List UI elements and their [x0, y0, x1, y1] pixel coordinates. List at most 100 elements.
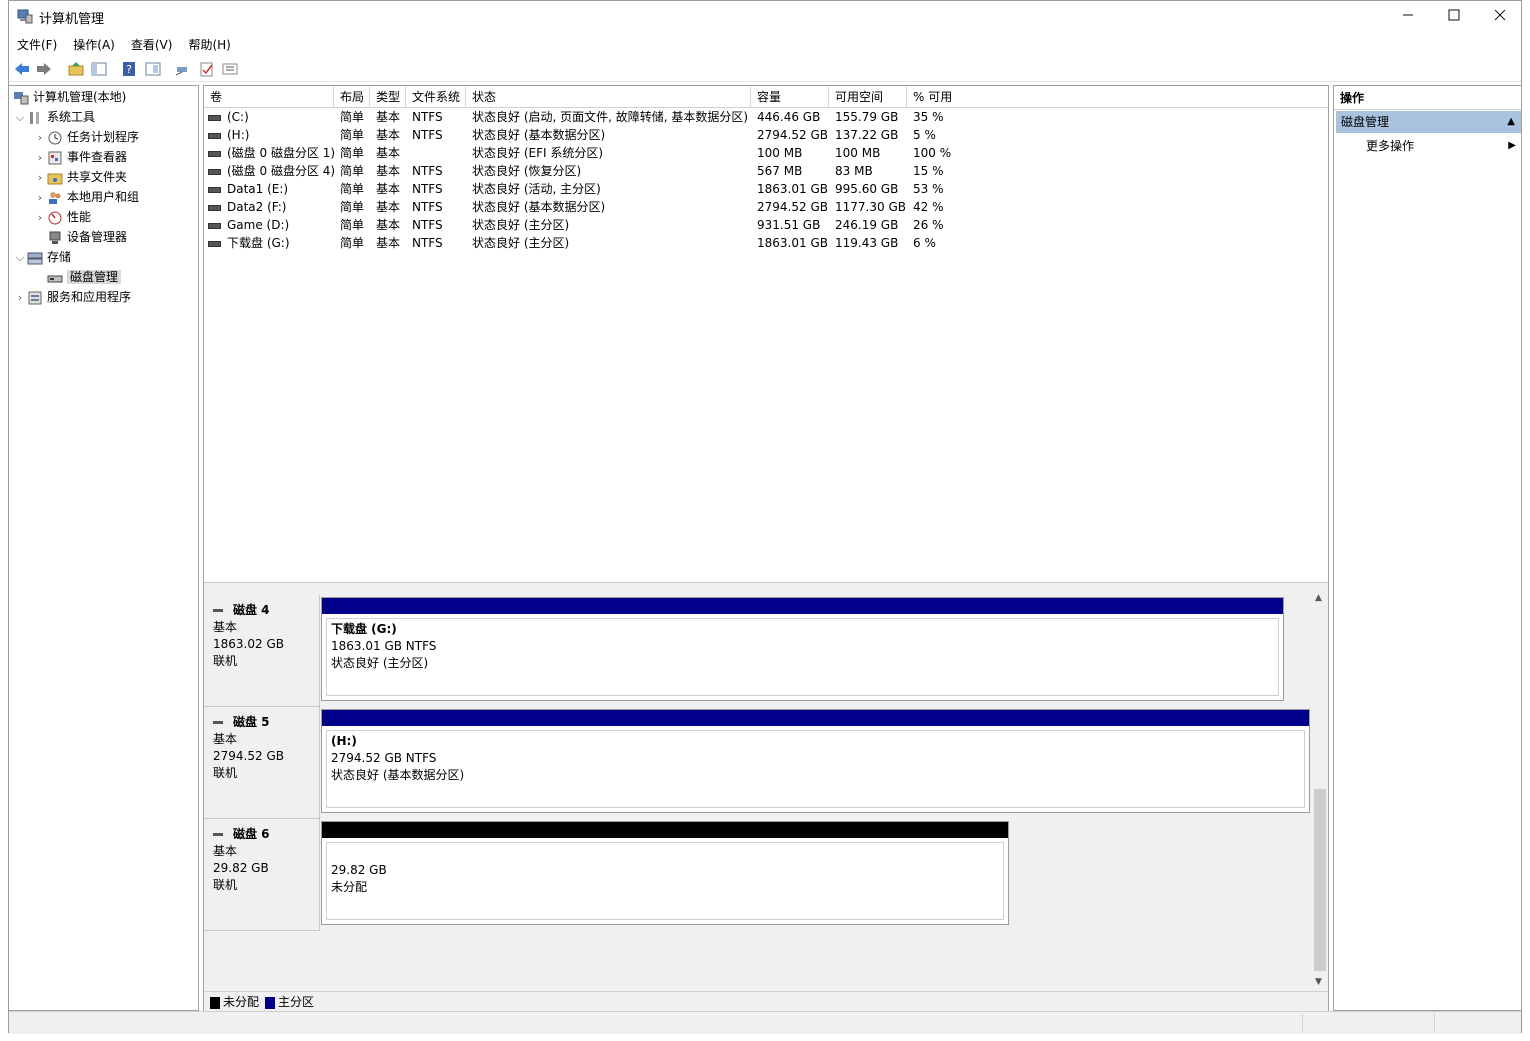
checklist-icon[interactable] [198, 60, 216, 78]
cell-type: 基本 [376, 146, 401, 160]
chevron-right-icon[interactable]: › [13, 288, 27, 308]
tree-item-services-apps[interactable]: › 服务和应用程序 [13, 287, 131, 307]
chevron-right-icon[interactable]: › [33, 128, 47, 148]
cell-capacity: 567 MB [757, 164, 803, 178]
menu-view[interactable]: 查看(V) [123, 33, 181, 56]
cell-volume: (磁盘 0 磁盘分区 1) [204, 144, 335, 162]
cell-percent-free: 53 % [913, 182, 944, 196]
partition-status: 未分配 [331, 880, 368, 894]
table-row[interactable]: (磁盘 0 磁盘分区 1) 简单 基本 状态良好 (EFI 系统分区) 100 MB 10… [204, 144, 1328, 162]
up-folder-icon[interactable] [67, 60, 85, 78]
chevron-down-icon[interactable]: ⌵ [13, 108, 27, 128]
cell-percent-free: 26 % [913, 218, 944, 232]
disk-name: 磁盘 4 [233, 603, 270, 617]
tree-item-local-users[interactable]: › 本地用户和组 [33, 187, 139, 207]
scrollbar-thumb[interactable] [1314, 789, 1326, 971]
menu-action[interactable]: 操作(A) [65, 33, 123, 56]
volume-icon [208, 240, 221, 247]
vertical-scrollbar[interactable]: ▲ ▼ [1312, 591, 1328, 991]
disk-kind: 基本 [213, 620, 238, 634]
collapse-up-icon[interactable]: ▲ [1507, 111, 1515, 133]
cell-filesystem: NTFS [412, 182, 443, 196]
column-header-capacity[interactable]: 容量 [751, 86, 829, 107]
column-header-type[interactable]: 类型 [370, 86, 406, 107]
disk-info[interactable]: 磁盘 4 基本 1863.02 GB 联机 [204, 595, 320, 707]
tree-item-shared-folders[interactable]: › 共享文件夹 [33, 167, 127, 187]
tree-item-performance[interactable]: › 性能 [33, 207, 91, 227]
table-row[interactable]: 下载盘 (G:) 简单 基本 NTFS 状态良好 (主分区) 1863.01 GB 119.… [204, 234, 1328, 252]
disk-info[interactable]: 磁盘 5 基本 2794.52 GB 联机 [204, 707, 320, 819]
partition-block[interactable]: 下载盘 (G:) 1863.01 GB NTFS 状态良好 (主分区) [321, 597, 1284, 701]
disk-row[interactable]: 磁盘 6 基本 29.82 GB 联机 29.82 GB 未分配 [204, 819, 1310, 931]
partition-details: (H:) 2794.52 GB NTFS 状态良好 (基本数据分区) [326, 730, 1305, 808]
cell-status: 状态良好 (主分区) [472, 236, 570, 250]
list-view-icon[interactable] [221, 60, 239, 78]
cell-percent-free: 6 % [913, 236, 936, 250]
volume-icon [208, 222, 221, 229]
chevron-down-icon[interactable]: ⌵ [13, 248, 27, 268]
column-header-percent-free[interactable]: % 可用 [907, 86, 1328, 107]
menu-help[interactable]: 帮助(H) [180, 33, 238, 56]
menu-file[interactable]: 文件(F) [9, 33, 65, 56]
column-header-layout[interactable]: 布局 [334, 86, 370, 107]
tree-item-disk-management[interactable]: 磁盘管理 [33, 267, 122, 287]
tree-item-storage[interactable]: ⌵ 存储 [13, 247, 71, 267]
partition-block[interactable]: (H:) 2794.52 GB NTFS 状态良好 (基本数据分区) [321, 709, 1310, 813]
device-manager-icon [49, 231, 61, 244]
cell-capacity: 1863.01 GB [757, 236, 828, 250]
cell-status: 状态良好 (基本数据分区) [472, 128, 606, 142]
tree-item-system-tools[interactable]: ⌵ 系统工具 [13, 107, 95, 127]
more-actions-item[interactable]: 更多操作 ▶ [1366, 137, 1516, 155]
minimize-button[interactable] [1385, 1, 1431, 31]
tree-item-event-viewer[interactable]: › 事件查看器 [33, 147, 127, 167]
chevron-right-icon[interactable]: › [33, 168, 47, 188]
back-arrow-icon[interactable] [13, 60, 31, 78]
forward-arrow-icon[interactable] [35, 60, 53, 78]
disk-graphical-view: 磁盘 4 基本 1863.02 GB 联机 下载盘 (G:) 1863.01 GB NTF… [204, 591, 1312, 991]
disk-state: 联机 [213, 766, 238, 780]
scroll-down-icon[interactable]: ▼ [1315, 977, 1322, 987]
cell-layout: 简单 [340, 164, 365, 178]
table-row[interactable]: (H:) 简单 基本 NTFS 状态良好 (基本数据分区) 2794.52 GB 137.2… [204, 126, 1328, 144]
disk-management-pane: 卷 布局 类型 文件系统 状态 容量 可用空间 % 可用 (C:) 简单 基本 NTF… [203, 85, 1329, 1012]
column-header-filesystem[interactable]: 文件系统 [406, 86, 466, 107]
table-row[interactable]: Game (D:) 简单 基本 NTFS 状态良好 (主分区) 931.51 GB 246.… [204, 216, 1328, 234]
chevron-right-icon[interactable]: › [33, 188, 47, 208]
tree-item-root[interactable]: 计算机管理(本地) [13, 87, 126, 107]
partition-title [331, 845, 999, 862]
chevron-right-icon[interactable]: › [33, 208, 47, 228]
cell-filesystem: NTFS [412, 218, 443, 232]
cell-capacity: 2794.52 GB [757, 128, 828, 142]
table-row[interactable]: Data1 (E:) 简单 基本 NTFS 状态良好 (活动, 主分区) 1863.01 … [204, 180, 1328, 198]
close-button[interactable] [1477, 1, 1523, 31]
tree-item-device-manager[interactable]: 设备管理器 [33, 227, 127, 247]
disk-info[interactable]: 磁盘 6 基本 29.82 GB 联机 [204, 819, 320, 931]
partition-block[interactable]: 29.82 GB 未分配 [321, 821, 1009, 925]
partition-type-bar [322, 598, 1283, 614]
partition-title: (H:) [331, 734, 357, 748]
chevron-right-icon[interactable]: › [33, 148, 47, 168]
column-header-status[interactable]: 状态 [466, 86, 751, 107]
disk-state: 联机 [213, 654, 238, 668]
scroll-up-icon[interactable]: ▲ [1315, 593, 1322, 603]
connect-icon[interactable] [174, 60, 192, 78]
table-row[interactable]: (C:) 简单 基本 NTFS 状态良好 (启动, 页面文件, 故障转储, 基本数据分区… [204, 108, 1328, 126]
maximize-button[interactable] [1431, 1, 1477, 31]
table-row[interactable]: Data2 (F:) 简单 基本 NTFS 状态良好 (基本数据分区) 2794.52 G… [204, 198, 1328, 216]
show-hide-tree-icon[interactable] [90, 60, 108, 78]
actions-section-disk-management[interactable]: 磁盘管理 ▲ [1336, 111, 1521, 133]
cell-filesystem: NTFS [412, 236, 443, 250]
cell-volume: Data2 (F:) [204, 198, 286, 216]
table-row[interactable]: (磁盘 0 磁盘分区 4) 简单 基本 NTFS 状态良好 (恢复分区) 567 MB 83… [204, 162, 1328, 180]
column-header-free-space[interactable]: 可用空间 [829, 86, 907, 107]
cell-type: 基本 [376, 182, 401, 196]
help-icon[interactable]: ? [120, 60, 138, 78]
properties-icon[interactable] [144, 60, 162, 78]
disk-row[interactable]: 磁盘 4 基本 1863.02 GB 联机 下载盘 (G:) 1863.01 GB NTF… [204, 595, 1310, 707]
close-icon [1494, 9, 1506, 21]
event-viewer-icon [48, 151, 62, 164]
column-header-volume[interactable]: 卷 [204, 86, 334, 107]
tree-item-task-scheduler[interactable]: › 任务计划程序 [33, 127, 139, 147]
disk-row[interactable]: 磁盘 5 基本 2794.52 GB 联机 (H:) 2794.52 GB NTFS 状态良… [204, 707, 1310, 819]
cell-filesystem: NTFS [412, 200, 443, 214]
